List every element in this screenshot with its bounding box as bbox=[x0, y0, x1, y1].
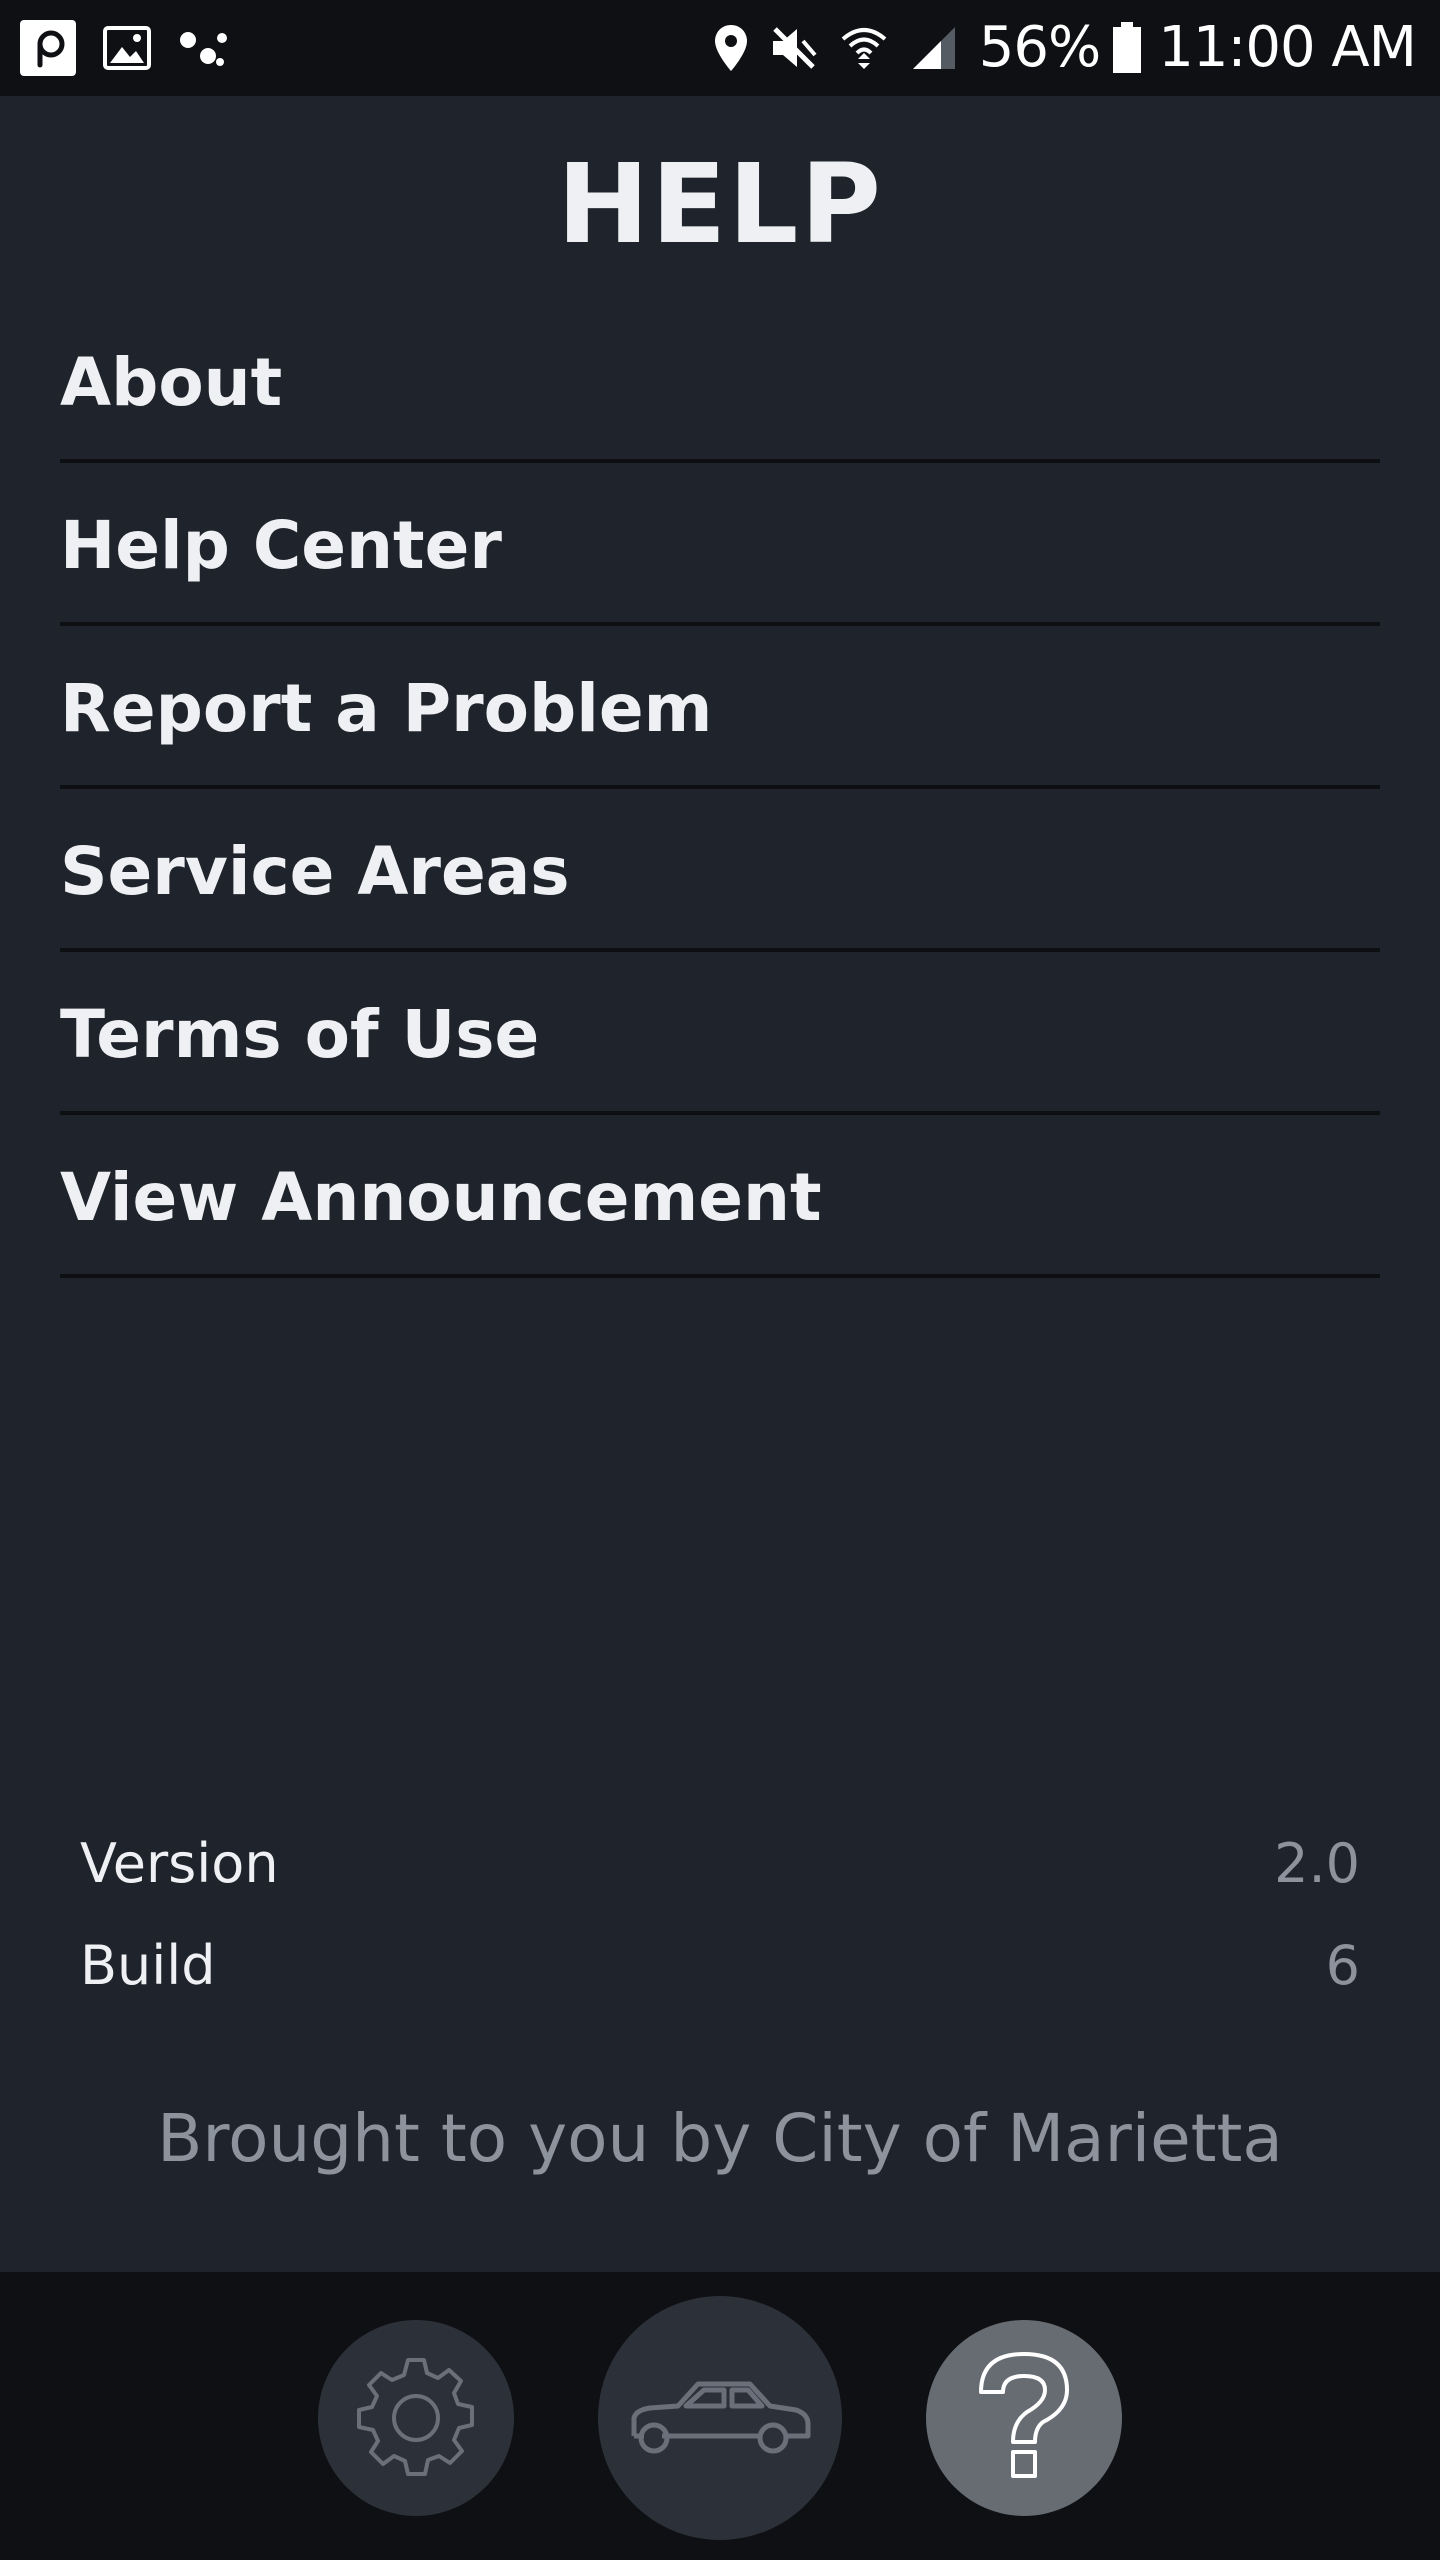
signal-icon bbox=[909, 23, 959, 73]
mute-icon bbox=[769, 23, 819, 73]
menu-item-view-announcement[interactable]: View Announcement bbox=[60, 1115, 1380, 1278]
image-icon bbox=[102, 23, 152, 73]
battery-percent: 56% bbox=[978, 15, 1101, 80]
help-tab-button[interactable] bbox=[926, 2320, 1122, 2516]
build-row: Build 6 bbox=[80, 1914, 1360, 2016]
status-bar: 56% 11:00 AM bbox=[0, 0, 1440, 96]
vehicle-tab-button[interactable] bbox=[598, 2296, 842, 2540]
clock: 11:00 AM bbox=[1158, 15, 1417, 80]
menu-item-about[interactable]: About bbox=[60, 300, 1380, 463]
help-menu: About Help Center Report a Problem Servi… bbox=[60, 300, 1380, 1278]
credits-text: Brought to you by City of Marietta bbox=[157, 2100, 1283, 2177]
menu-item-help-center[interactable]: Help Center bbox=[60, 463, 1380, 626]
version-value: 2.0 bbox=[1274, 1831, 1360, 1895]
menu-item-service-areas[interactable]: Service Areas bbox=[60, 789, 1380, 952]
settings-tab-button[interactable] bbox=[318, 2320, 514, 2516]
p-app-icon bbox=[20, 20, 76, 76]
app-info: Version 2.0 Build 6 bbox=[80, 1812, 1360, 2016]
version-label: Version bbox=[80, 1831, 279, 1895]
battery-icon bbox=[1112, 22, 1142, 74]
build-label: Build bbox=[80, 1933, 216, 1997]
assistant-icon bbox=[178, 26, 230, 70]
wifi-icon bbox=[839, 23, 889, 73]
question-mark-icon bbox=[979, 2352, 1069, 2478]
bottom-tab-bar bbox=[0, 2272, 1440, 2560]
gear-icon bbox=[357, 2358, 474, 2476]
menu-item-terms-of-use[interactable]: Terms of Use bbox=[60, 952, 1380, 1115]
version-row: Version 2.0 bbox=[80, 1812, 1360, 1914]
page-title: HELP bbox=[557, 140, 883, 268]
menu-item-report-problem[interactable]: Report a Problem bbox=[60, 626, 1380, 789]
build-value: 6 bbox=[1325, 1933, 1360, 1997]
location-icon bbox=[713, 23, 749, 73]
car-icon bbox=[631, 2381, 811, 2454]
